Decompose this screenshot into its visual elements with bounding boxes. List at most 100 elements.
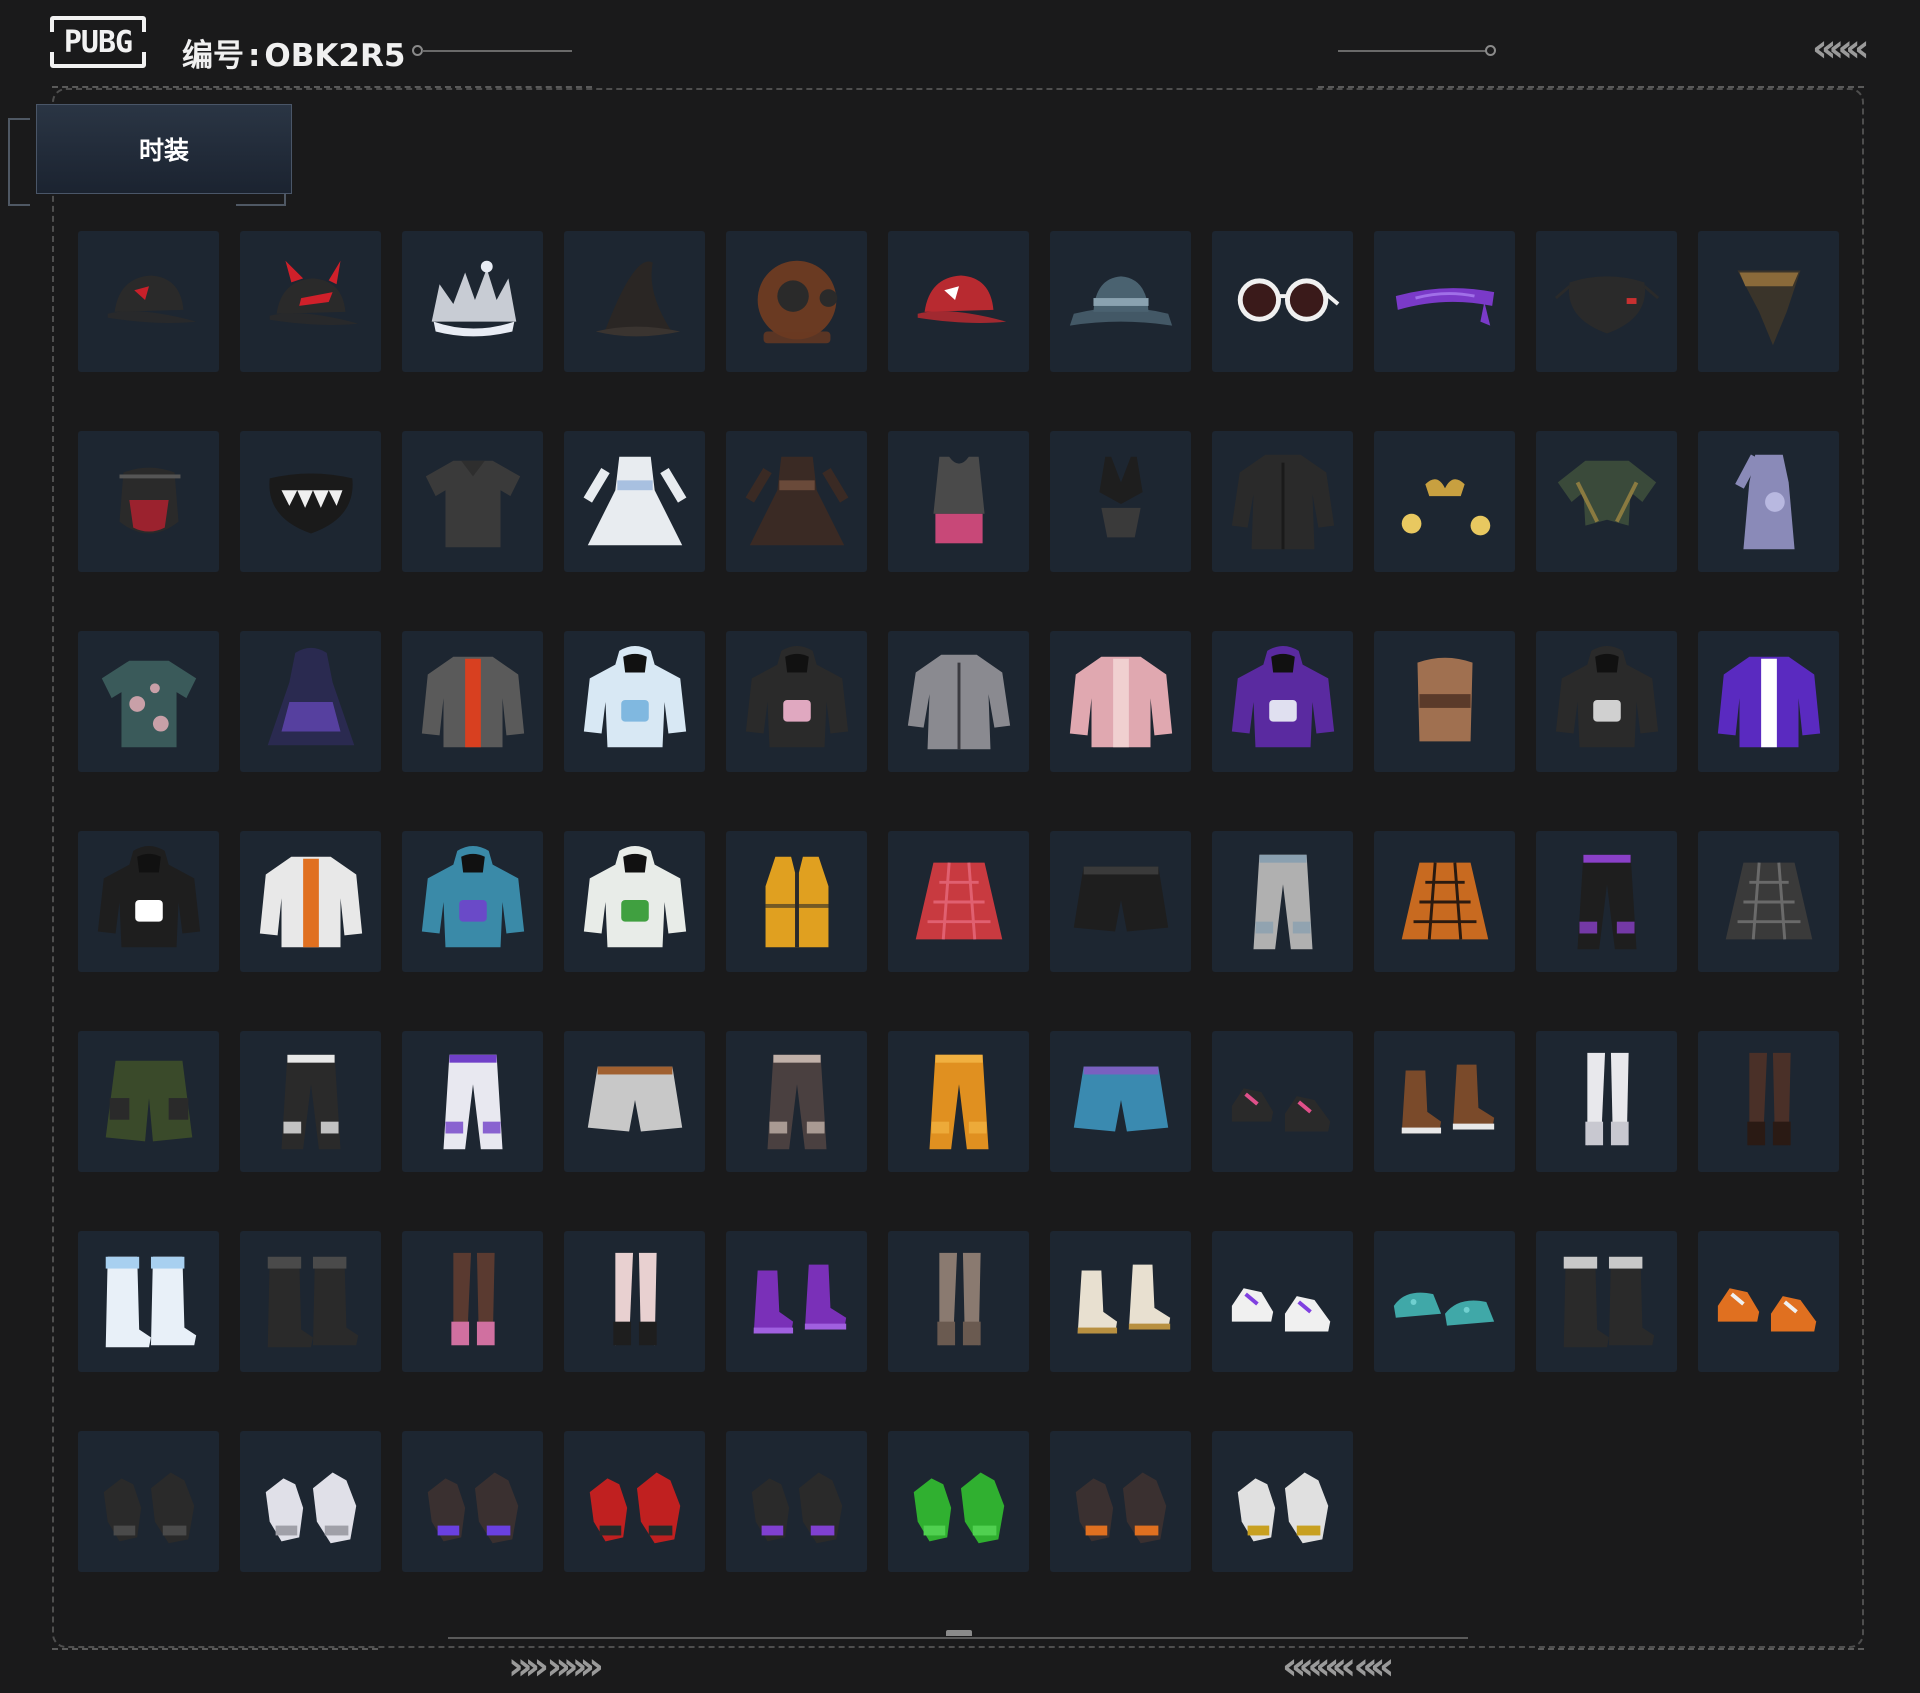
item-slot[interactable] xyxy=(1050,1231,1191,1372)
item-slot[interactable] xyxy=(564,1431,705,1572)
swimsuit-icon xyxy=(1098,456,1143,537)
item-slot[interactable] xyxy=(402,1031,543,1172)
bottom-scroll-handle[interactable] xyxy=(946,1630,972,1636)
item-slot[interactable] xyxy=(1212,431,1353,572)
item-slot[interactable] xyxy=(402,831,543,972)
item-slot[interactable] xyxy=(1698,1031,1839,1172)
bikini-icon xyxy=(1401,478,1490,535)
item-slot[interactable] xyxy=(1536,231,1677,372)
item-slot[interactable] xyxy=(564,231,705,372)
item-slot[interactable] xyxy=(1698,631,1839,772)
boots-icon xyxy=(753,1264,846,1333)
item-slot[interactable] xyxy=(1374,231,1515,372)
item-slot[interactable] xyxy=(1698,1231,1839,1372)
gloves-icon xyxy=(589,1472,680,1543)
item-slot[interactable] xyxy=(564,1031,705,1172)
item-slot[interactable] xyxy=(78,231,219,372)
item-slot[interactable] xyxy=(1212,231,1353,372)
shorts-icon xyxy=(1073,866,1168,931)
tank-top-icon xyxy=(932,456,985,543)
pubg-logo: PUBG xyxy=(49,16,147,68)
item-slot[interactable] xyxy=(726,431,867,572)
item-slot[interactable] xyxy=(1050,231,1191,372)
item-slot[interactable] xyxy=(888,431,1029,572)
item-slot[interactable] xyxy=(888,631,1029,772)
furry-boots-icon xyxy=(1563,1256,1654,1347)
item-slot[interactable] xyxy=(726,831,867,972)
pants-icon xyxy=(929,1054,988,1149)
item-slot[interactable] xyxy=(1536,1231,1677,1372)
item-slot[interactable] xyxy=(726,1431,867,1572)
item-slot[interactable] xyxy=(402,1431,543,1572)
item-slot[interactable] xyxy=(564,431,705,572)
item-slot[interactable] xyxy=(888,1031,1029,1172)
item-slot[interactable] xyxy=(1698,831,1839,972)
bottom-right-chevrons[interactable]: «««« «« xyxy=(1282,1644,1394,1688)
item-slot[interactable] xyxy=(1212,631,1353,772)
item-slot[interactable] xyxy=(1212,1431,1353,1572)
item-slot[interactable] xyxy=(78,631,219,772)
item-slot[interactable] xyxy=(1212,831,1353,972)
item-slot[interactable] xyxy=(78,1431,219,1572)
item-slot[interactable] xyxy=(402,231,543,372)
item-slot[interactable] xyxy=(1050,431,1191,572)
item-slot[interactable] xyxy=(1374,631,1515,772)
jacket-icon xyxy=(259,856,362,947)
item-slot[interactable] xyxy=(240,631,381,772)
item-slot[interactable] xyxy=(1698,431,1839,572)
bottom-left-chevrons[interactable]: »» »»» xyxy=(508,1644,604,1688)
item-slot[interactable] xyxy=(1374,1031,1515,1172)
item-slot[interactable] xyxy=(1374,831,1515,972)
item-slot[interactable] xyxy=(240,1031,381,1172)
stockings-icon xyxy=(612,1252,657,1345)
item-slot[interactable] xyxy=(402,431,543,572)
item-slot[interactable] xyxy=(1536,831,1677,972)
tab-bracket-left xyxy=(8,118,30,206)
item-slot[interactable] xyxy=(240,831,381,972)
item-slot[interactable] xyxy=(1698,231,1839,372)
item-slot[interactable] xyxy=(1374,431,1515,572)
item-slot[interactable] xyxy=(1050,1031,1191,1172)
header-line-right xyxy=(1338,50,1486,52)
item-slot[interactable] xyxy=(1050,631,1191,772)
furry-boots-icon xyxy=(105,1256,196,1347)
item-slot[interactable] xyxy=(888,1231,1029,1372)
item-slot[interactable] xyxy=(888,831,1029,972)
item-slot[interactable] xyxy=(78,831,219,972)
item-slot[interactable] xyxy=(888,1431,1029,1572)
item-slot[interactable] xyxy=(78,431,219,572)
gloves-icon xyxy=(427,1472,518,1543)
item-slot[interactable] xyxy=(1050,1431,1191,1572)
item-slot[interactable] xyxy=(726,631,867,772)
tactical-mask-icon xyxy=(119,467,180,533)
item-slot[interactable] xyxy=(726,1031,867,1172)
item-slot[interactable] xyxy=(564,831,705,972)
item-slot[interactable] xyxy=(1212,1031,1353,1172)
item-slot[interactable] xyxy=(1212,1231,1353,1372)
pants-icon xyxy=(281,1054,340,1149)
item-slot[interactable] xyxy=(1050,831,1191,972)
item-slot[interactable] xyxy=(888,231,1029,372)
item-slot[interactable] xyxy=(402,1231,543,1372)
item-slot[interactable] xyxy=(402,631,543,772)
item-slot[interactable] xyxy=(240,431,381,572)
item-slot[interactable] xyxy=(564,1231,705,1372)
item-slot[interactable] xyxy=(1536,631,1677,772)
item-slot[interactable] xyxy=(78,1031,219,1172)
serial-separator: : xyxy=(248,38,261,74)
tab-fashion[interactable]: 时装 xyxy=(36,104,292,194)
item-slot[interactable] xyxy=(240,1431,381,1572)
item-slot[interactable] xyxy=(726,231,867,372)
item-slot[interactable] xyxy=(1536,1031,1677,1172)
shirt-icon xyxy=(101,660,196,747)
furry-boots-icon xyxy=(267,1256,358,1347)
item-slot[interactable] xyxy=(1374,1231,1515,1372)
item-slot[interactable] xyxy=(726,1231,867,1372)
item-slot[interactable] xyxy=(240,231,381,372)
top-right-chevrons: ««« xyxy=(1812,26,1870,70)
item-slot[interactable] xyxy=(564,631,705,772)
hoodie-icon xyxy=(421,845,524,947)
item-slot[interactable] xyxy=(78,1231,219,1372)
item-slot[interactable] xyxy=(1536,431,1677,572)
item-slot[interactable] xyxy=(240,1231,381,1372)
